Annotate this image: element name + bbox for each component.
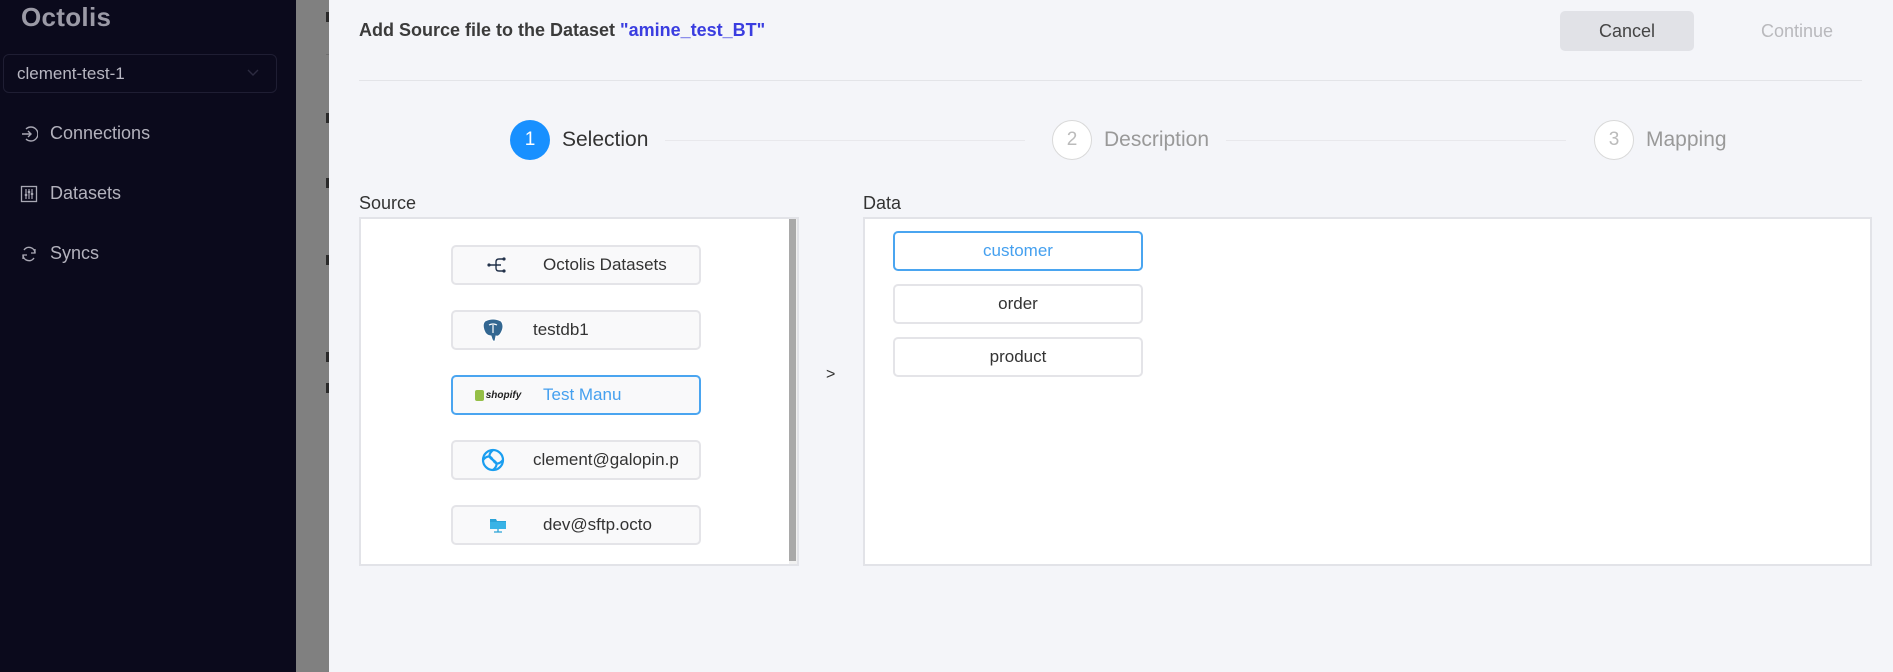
sidebar-item-datasets[interactable]: Datasets — [20, 183, 121, 204]
sidebar-item-connections[interactable]: Connections — [20, 123, 150, 144]
continue-button[interactable]: Continue — [1730, 11, 1864, 51]
sidebar-item-label: Datasets — [50, 183, 122, 203]
step-mapping: 3 Mapping — [1594, 120, 1727, 160]
source-label: Source — [359, 193, 417, 213]
step-description: 2 Description — [1052, 120, 1209, 160]
source-item-clement-galopin[interactable]: clement@galopin.p — [451, 440, 701, 480]
modal-backdrop[interactable] — [296, 0, 329, 672]
source-item-testdb1[interactable]: testdb1 — [451, 310, 701, 350]
sidebar-item-syncs[interactable]: Syncs — [20, 243, 99, 264]
login-icon — [22, 125, 38, 142]
source-item-dev-sftp[interactable]: dev@sftp.octo — [451, 505, 701, 545]
workspace-name: clement-test-1 — [17, 63, 125, 83]
postgresql-icon — [482, 318, 504, 342]
header-divider — [359, 80, 1862, 81]
source-item-octolis-datasets[interactable]: Octolis Datasets — [451, 245, 701, 285]
source-name: Octolis Datasets — [543, 255, 667, 274]
source-list: Octolis Datasets testdb1 shopify Test Ma… — [359, 217, 799, 566]
step-label: Mapping — [1646, 128, 1727, 151]
workspace-select[interactable]: clement-test-1 — [3, 54, 277, 93]
sendinblue-icon — [481, 448, 505, 472]
sync-icon — [22, 246, 36, 261]
app-root: Octolis clement-test-1 Connections Datas… — [0, 0, 1893, 672]
step-selection: 1 Selection — [510, 120, 648, 160]
source-name: Test Manu — [543, 385, 622, 404]
sliders-icon — [20, 185, 38, 202]
step-number: 1 — [510, 120, 550, 160]
sidebar: Octolis clement-test-1 Connections Datas… — [0, 0, 296, 672]
source-name: testdb1 — [533, 320, 589, 339]
step-label: Selection — [562, 128, 649, 151]
sftp-folder-icon — [490, 519, 506, 533]
modal-title: Add Source file to the Dataset "amine_te… — [359, 20, 765, 41]
arrow-indicator: > — [826, 366, 836, 383]
source-item-test-manu[interactable]: shopify Test Manu — [451, 375, 701, 415]
data-list: customer order product — [863, 217, 1872, 566]
data-item-product[interactable]: product — [893, 337, 1143, 377]
data-label: Data — [863, 193, 902, 213]
step-connector — [665, 140, 1025, 141]
source-scrollbar[interactable] — [789, 219, 797, 564]
step-number: 2 — [1052, 120, 1092, 160]
scrollbar-thumb[interactable] — [789, 219, 796, 561]
source-name: dev@sftp.octo — [543, 515, 652, 534]
cancel-button[interactable]: Cancel — [1560, 11, 1694, 51]
data-item-customer[interactable]: customer — [893, 231, 1143, 271]
add-source-modal: Add Source file to the Dataset "amine_te… — [329, 0, 1893, 672]
modal-title-text: Add Source file to the Dataset — [359, 20, 621, 40]
sidebar-item-label: Connections — [50, 123, 151, 143]
step-connector — [1226, 140, 1566, 141]
dataset-name: "amine_test_BT" — [620, 20, 766, 40]
step-label: Description — [1104, 128, 1210, 151]
sidebar-item-label: Syncs — [50, 243, 100, 263]
data-item-order[interactable]: order — [893, 284, 1143, 324]
chevron-down-icon — [247, 69, 259, 76]
source-name: clement@galopin.p — [533, 450, 679, 469]
shopify-icon: shopify — [474, 389, 521, 401]
octolis-datasets-icon — [487, 257, 506, 273]
step-number: 3 — [1594, 120, 1634, 160]
octolis-logo[interactable]: Octolis — [21, 2, 111, 33]
